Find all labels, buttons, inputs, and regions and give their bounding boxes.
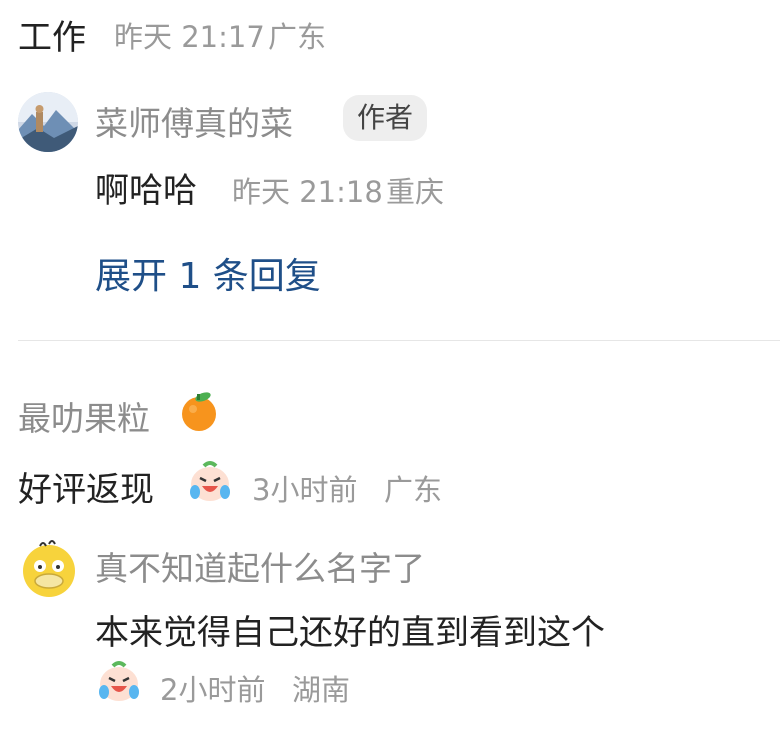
reply-text: 啊哈哈 [95,171,197,211]
reply-time: 昨天 21:18 [232,175,383,209]
comment-location: 广东 [268,20,327,54]
comment-text: 本来觉得自己还好的直到看到这个 [95,613,605,653]
comment-time: 3小时前 [252,473,358,507]
reply-author-name[interactable]: 菜师傅真的菜 [95,97,293,145]
expand-replies-button[interactable]: 展开 1 条回复 [95,247,321,299]
crying-laughing-peach-emoji-icon [95,656,143,704]
comment-author-name[interactable]: 最叻果粒 [18,392,150,440]
author-badge: 作者 [343,95,428,141]
reply-location: 重庆 [386,175,445,209]
comment-text: 好评返现 [18,470,154,510]
divider [18,340,780,341]
yellow-duck-avatar-icon[interactable] [18,538,80,600]
comment-time: 2小时前 [160,673,266,707]
comment-location: 广东 [384,473,443,507]
comment-author-name[interactable]: 真不知道起什么名字了 [95,542,425,590]
mountain-landscape-avatar-icon[interactable] [18,92,78,152]
comment-location: 湖南 [292,673,351,707]
crying-laughing-peach-emoji-icon [186,456,234,504]
comment-time: 昨天 21:17 [114,20,265,54]
tangerine-emoji-icon [177,389,221,433]
comment-text: 工作 [18,18,86,58]
